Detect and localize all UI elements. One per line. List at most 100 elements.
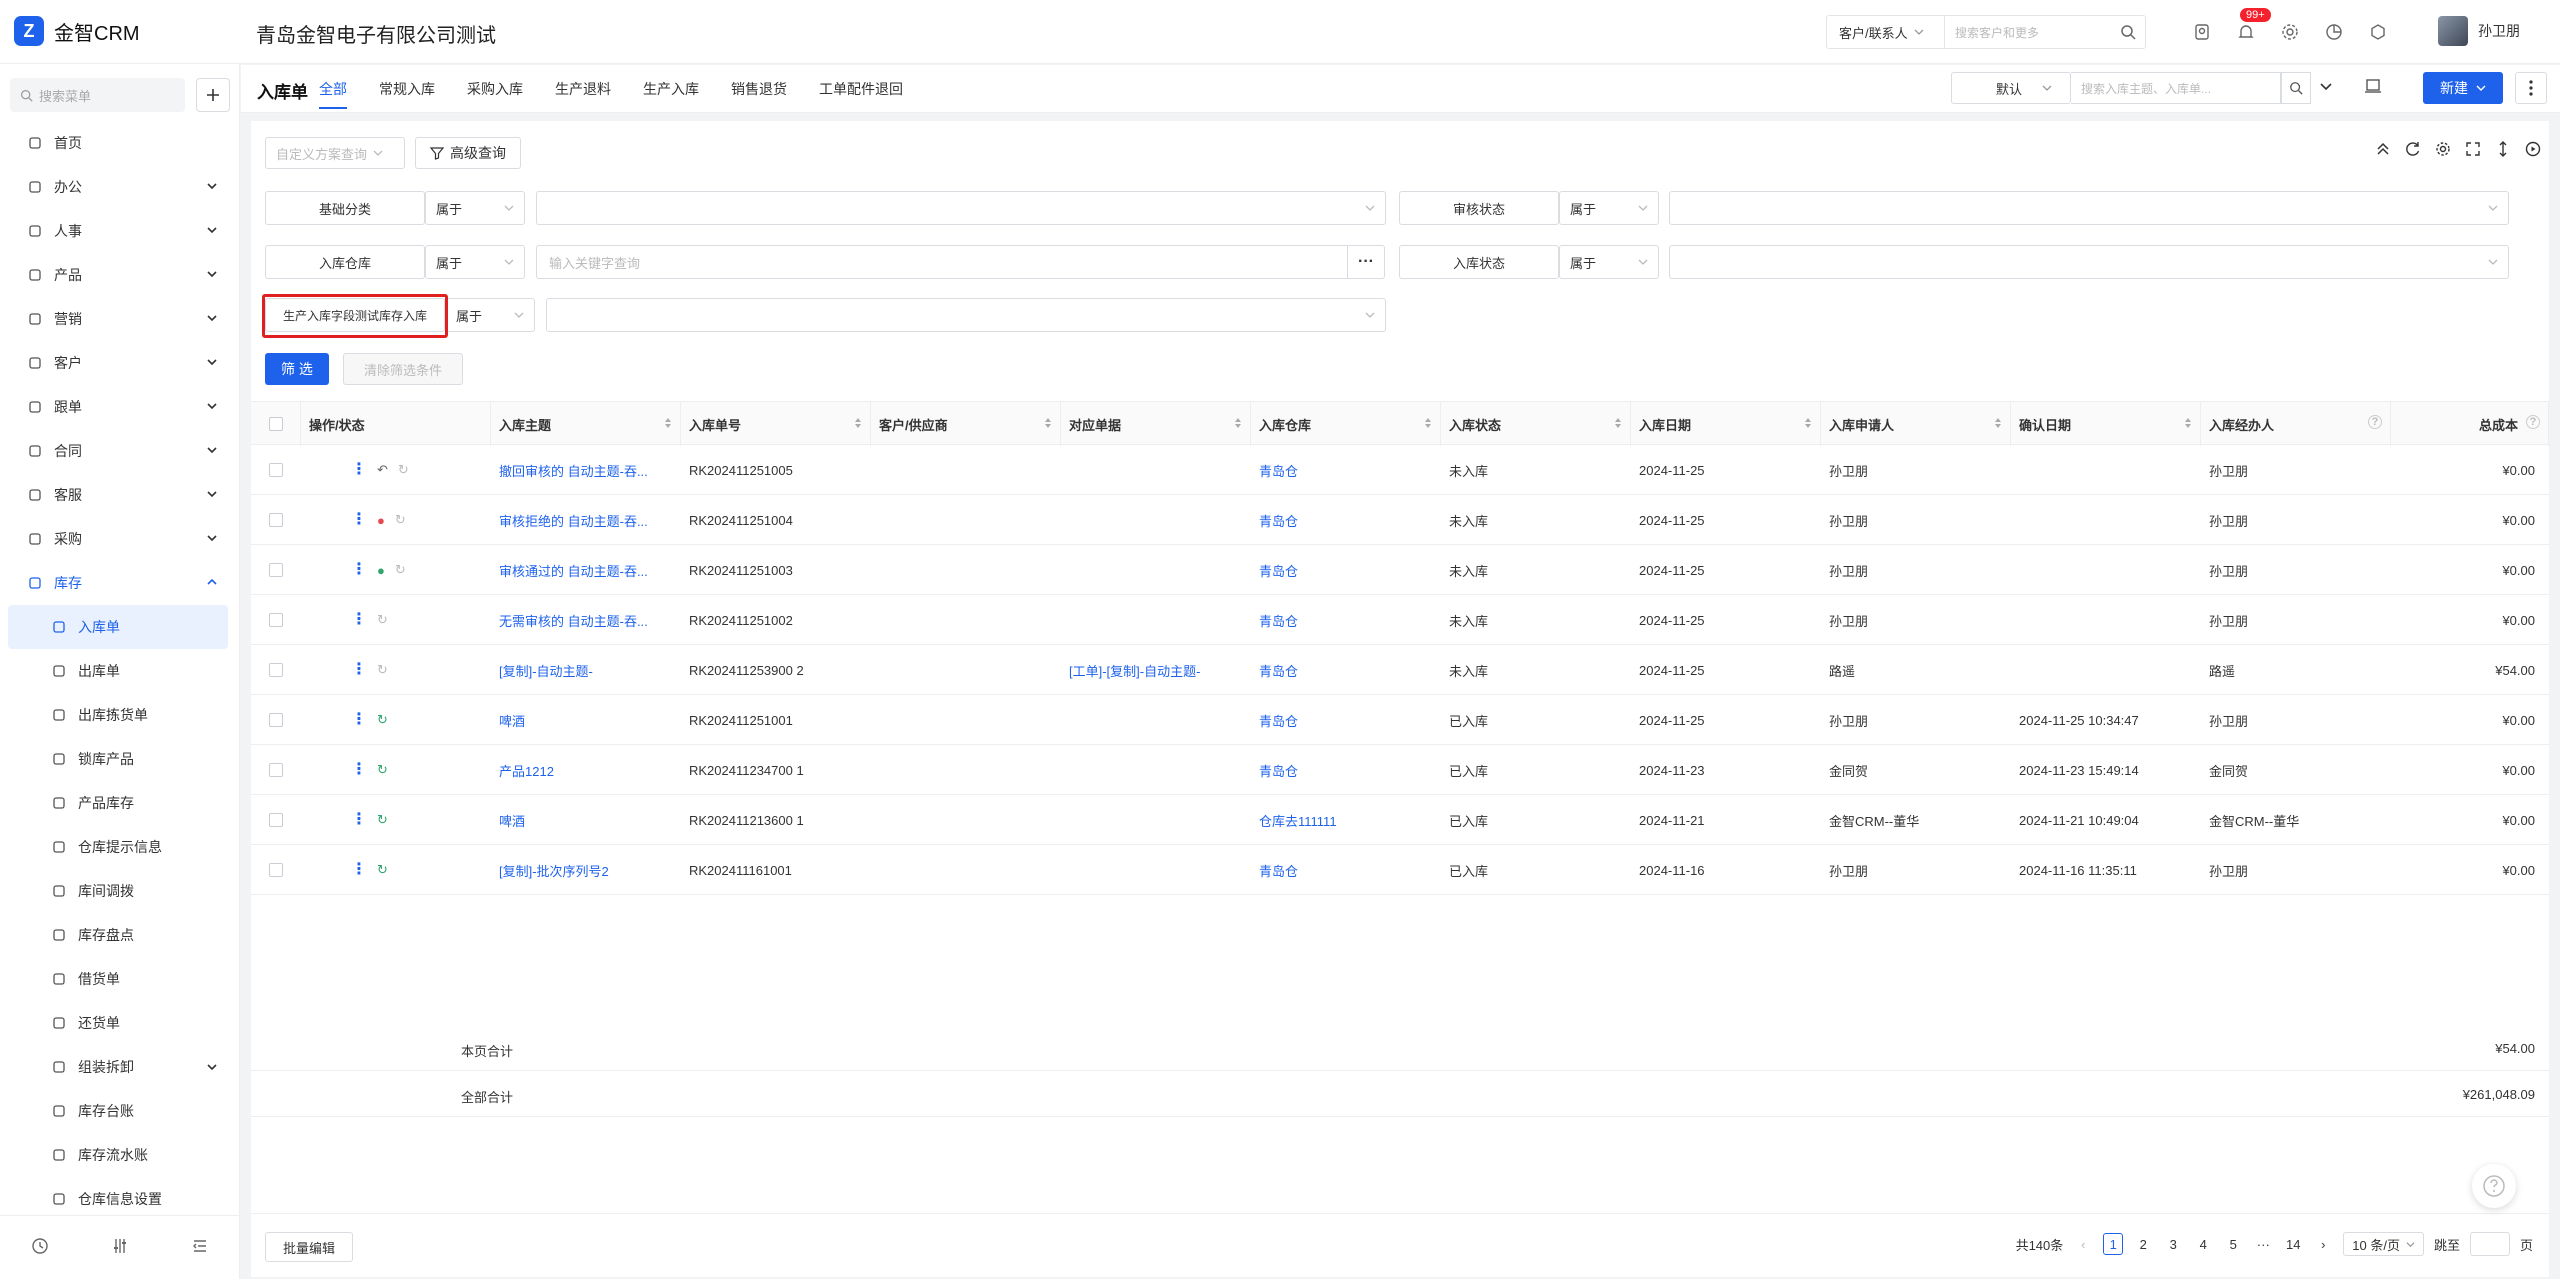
cell-warehouse[interactable]: 青岛仓 bbox=[1259, 661, 1298, 680]
sort-icon[interactable] bbox=[1614, 417, 1622, 429]
sidebar-subitem[interactable]: 产品库存 bbox=[0, 781, 240, 825]
ellipsis-icon[interactable]: ··· bbox=[1347, 245, 1385, 279]
cell-warehouse[interactable]: 青岛仓 bbox=[1259, 561, 1298, 580]
sidebar-subitem[interactable]: 库存盘点 bbox=[0, 913, 240, 957]
filter-op-warehouse[interactable]: 属于 bbox=[425, 245, 525, 279]
column-header[interactable]: 确认日期 bbox=[2011, 402, 2201, 446]
refresh-icon[interactable] bbox=[2405, 141, 2421, 160]
column-header[interactable]: 入库主题 bbox=[491, 402, 681, 446]
filter-value-category[interactable] bbox=[536, 191, 1386, 225]
column-header[interactable]: 入库单号 bbox=[681, 402, 871, 446]
print-icon[interactable] bbox=[2363, 77, 2383, 100]
sidebar-item[interactable]: 办公 bbox=[0, 165, 240, 209]
play-circle-icon[interactable] bbox=[2525, 141, 2541, 160]
fullscreen-icon[interactable] bbox=[2465, 141, 2481, 160]
sidebar-subitem[interactable]: 锁库产品 bbox=[0, 737, 240, 781]
cell-warehouse[interactable]: 青岛仓 bbox=[1259, 761, 1298, 780]
row-actions-icon[interactable]: ⋮ bbox=[351, 812, 367, 828]
row-checkbox[interactable] bbox=[269, 513, 283, 527]
sort-icon[interactable] bbox=[664, 417, 672, 429]
sort-icon[interactable] bbox=[1424, 417, 1432, 429]
sort-icon[interactable] bbox=[1994, 417, 2002, 429]
cell-warehouse[interactable]: 青岛仓 bbox=[1259, 511, 1298, 530]
cell-warehouse[interactable]: 青岛仓 bbox=[1259, 861, 1298, 880]
more-icon[interactable] bbox=[2515, 72, 2547, 104]
cell-subject[interactable]: [复制]-批次序列号2 bbox=[499, 861, 609, 880]
scheme-select[interactable]: 自定义方案查询 bbox=[265, 137, 405, 169]
bulk-edit-button[interactable]: 批量编辑 bbox=[265, 1232, 353, 1262]
page-button[interactable]: 3 bbox=[2163, 1233, 2183, 1255]
cell-warehouse[interactable]: 仓库去111111 bbox=[1259, 811, 1337, 830]
search-scope-select[interactable]: 客户/联系人 bbox=[1827, 16, 1945, 48]
expand-search-icon[interactable] bbox=[2319, 79, 2333, 96]
jump-page-input[interactable] bbox=[2469, 1232, 2510, 1256]
tab-item[interactable]: 生产入库 bbox=[643, 65, 699, 113]
sort-icon[interactable] bbox=[1044, 417, 1052, 429]
row-checkbox[interactable] bbox=[269, 663, 283, 677]
page-button[interactable]: 1 bbox=[2103, 1233, 2124, 1255]
row-checkbox[interactable] bbox=[269, 463, 283, 477]
row-actions-icon[interactable]: ⋮ bbox=[351, 562, 367, 578]
tab-item[interactable]: 销售退货 bbox=[731, 65, 787, 113]
sidebar-subitem[interactable]: 库存台账 bbox=[0, 1089, 240, 1133]
page-button[interactable]: 14 bbox=[2283, 1233, 2303, 1255]
tab-item[interactable]: 采购入库 bbox=[467, 65, 523, 113]
cell-warehouse[interactable]: 青岛仓 bbox=[1259, 611, 1298, 630]
sidebar-item[interactable]: 营销 bbox=[0, 297, 240, 341]
search-button[interactable] bbox=[2281, 72, 2311, 104]
cell-ref[interactable]: [工单]-[复制]-自动主题- bbox=[1069, 661, 1200, 680]
row-actions-icon[interactable]: ⋮ bbox=[351, 512, 367, 528]
page-ellipsis[interactable]: ··· bbox=[2253, 1233, 2273, 1255]
sidebar-subitem[interactable]: 还货单 bbox=[0, 1001, 240, 1045]
clear-filter-button[interactable]: 清除筛选条件 bbox=[343, 353, 463, 385]
row-checkbox[interactable] bbox=[269, 813, 283, 827]
filter-op-custom-field[interactable]: 属于 bbox=[445, 298, 535, 332]
sidebar-subitem[interactable]: 库存流水账 bbox=[0, 1133, 240, 1177]
sidebar-subitem[interactable]: 入库单 bbox=[8, 605, 228, 649]
contacts-icon[interactable] bbox=[2190, 20, 2214, 44]
cell-subject[interactable]: 撤回审核的 自动主题-吞... bbox=[499, 461, 648, 480]
sidebar-subitem[interactable]: 组装拆卸 bbox=[0, 1045, 240, 1089]
cell-subject[interactable]: 啤酒 bbox=[499, 811, 525, 830]
filter-button[interactable]: 筛 选 bbox=[265, 353, 329, 385]
sort-icon[interactable] bbox=[1234, 417, 1242, 429]
row-checkbox[interactable] bbox=[269, 563, 283, 577]
filter-value-custom-field[interactable] bbox=[546, 298, 1386, 332]
app-logo[interactable]: Z 金智CRM bbox=[14, 16, 140, 46]
row-checkbox[interactable] bbox=[269, 863, 283, 877]
cell-subject[interactable]: [复制]-自动主题- bbox=[499, 661, 593, 680]
cube-icon[interactable] bbox=[2366, 20, 2390, 44]
row-checkbox[interactable] bbox=[269, 763, 283, 777]
cell-warehouse[interactable]: 青岛仓 bbox=[1259, 711, 1298, 730]
cell-subject[interactable]: 审核通过的 自动主题-吞... bbox=[499, 561, 648, 580]
sidebar-subitem[interactable]: 库间调拨 bbox=[0, 869, 240, 913]
sliders-icon[interactable] bbox=[111, 1237, 129, 1258]
bell-icon[interactable]: 99+ bbox=[2234, 8, 2271, 44]
tab-item[interactable]: 生产退料 bbox=[555, 65, 611, 113]
row-actions-icon[interactable]: ⋮ bbox=[351, 762, 367, 778]
gear-icon[interactable] bbox=[2278, 20, 2302, 44]
column-header[interactable]: 入库申请人 bbox=[1821, 402, 2011, 446]
prev-page-icon[interactable]: ‹ bbox=[2073, 1233, 2093, 1255]
cell-warehouse[interactable]: 青岛仓 bbox=[1259, 461, 1298, 480]
search-icon[interactable] bbox=[2111, 24, 2145, 40]
row-checkbox[interactable] bbox=[269, 713, 283, 727]
next-page-icon[interactable]: › bbox=[2313, 1233, 2333, 1255]
sidebar-item[interactable]: 库存 bbox=[0, 561, 240, 605]
filter-op-category[interactable]: 属于 bbox=[425, 191, 525, 225]
sidebar-subitem[interactable]: 仓库提示信息 bbox=[0, 825, 240, 869]
row-actions-icon[interactable]: ⋮ bbox=[351, 662, 367, 678]
cell-subject[interactable]: 审核拒绝的 自动主题-吞... bbox=[499, 511, 648, 530]
filter-value-warehouse[interactable]: 输入关键字查询 bbox=[536, 245, 1348, 279]
sidebar-item[interactable]: 跟单 bbox=[0, 385, 240, 429]
view-select[interactable]: 默认 bbox=[1951, 72, 2071, 104]
sort-icon[interactable] bbox=[854, 417, 862, 429]
sort-icon[interactable] bbox=[2184, 417, 2192, 429]
menu-search-input[interactable]: 搜索菜单 bbox=[10, 78, 185, 112]
add-menu-button[interactable] bbox=[196, 78, 230, 112]
filter-op-audit-status[interactable]: 属于 bbox=[1559, 191, 1659, 225]
sidebar-item[interactable]: 采购 bbox=[0, 517, 240, 561]
collapse-menu-icon[interactable] bbox=[191, 1237, 209, 1258]
cell-subject[interactable]: 产品1212 bbox=[499, 761, 554, 780]
sidebar-subitem[interactable]: 借货单 bbox=[0, 957, 240, 1001]
